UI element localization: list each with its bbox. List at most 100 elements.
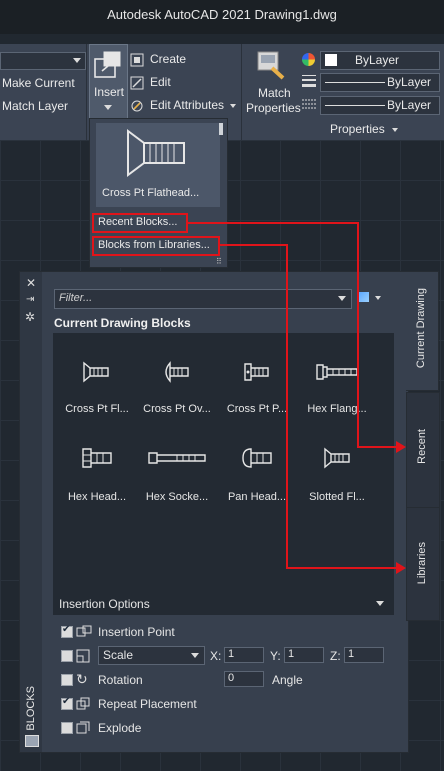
properties-panel-title[interactable]: Properties	[330, 122, 399, 136]
edit-attributes-button[interactable]: Edit Attributes	[130, 98, 238, 114]
insert-dropdown: Cross Pt Flathead... Recent Blocks... Bl…	[89, 118, 228, 268]
y-label: Y:	[270, 649, 281, 663]
x-label: X:	[210, 649, 222, 663]
linetype-value: ByLayer	[387, 98, 432, 112]
x-scale-input[interactable]: 1	[224, 647, 264, 663]
tab-libraries-label: Libraries	[416, 542, 428, 585]
insertion-options-header[interactable]: Insertion Options	[53, 591, 394, 615]
dropdown-scrollbar[interactable]	[219, 123, 223, 135]
tab-libraries[interactable]: Libraries	[406, 507, 440, 621]
match-layer-button[interactable]: Match Layer	[2, 99, 68, 113]
block-hex-head[interactable]: Hex Head...	[57, 435, 137, 515]
chevron-down-icon	[375, 296, 381, 300]
blocks-grid: Cross Pt Fl... Cross Pt Ov... Cross Pt P…	[53, 333, 394, 591]
scale-dropdown[interactable]: Scale	[98, 646, 205, 665]
line-sample	[325, 82, 385, 83]
palette-title-strip	[20, 272, 42, 752]
tab-recent[interactable]: Recent	[406, 392, 440, 508]
hex-socket-icon	[148, 452, 206, 464]
y-scale-input[interactable]: 1	[284, 647, 324, 663]
annotation-line	[286, 244, 288, 569]
make-current-button[interactable]: Make Current	[2, 76, 75, 90]
tab-current-drawing-label: Current Drawing	[415, 288, 427, 369]
match-properties-button[interactable]: Match Properties	[244, 48, 301, 120]
properties-panel-label: Properties	[330, 122, 385, 136]
window-title: Autodesk AutoCAD 2021 Drawing1.dwg	[107, 7, 337, 22]
blocks-from-libraries-menu-item[interactable]: Blocks from Libraries...	[92, 236, 220, 256]
filter-input[interactable]: Filter...	[54, 289, 352, 309]
color-swatch	[325, 54, 337, 66]
block-preview[interactable]: Cross Pt Flathead...	[96, 123, 220, 207]
block-hex-socket[interactable]: Hex Socke...	[137, 435, 217, 515]
color-dropdown[interactable]: ByLayer	[320, 51, 440, 70]
block-label: Hex Head...	[67, 491, 127, 503]
angle-label: Angle	[272, 673, 303, 687]
block-cross-pt-oval[interactable]: Cross Pt Ov...	[137, 347, 217, 427]
settings-icon[interactable]: ✲	[25, 310, 35, 324]
match-label: Match	[258, 86, 291, 100]
scale-value: Scale	[103, 648, 134, 662]
annotation-arrowhead	[396, 441, 406, 453]
match-properties-icon	[257, 51, 285, 80]
z-scale-input[interactable]: 1	[344, 647, 384, 663]
insertion-point-checkbox[interactable]: ✔	[61, 624, 73, 638]
annotation-line	[186, 222, 359, 224]
insertion-point-icon	[76, 625, 92, 637]
repeat-placement-checkbox[interactable]: ✔	[61, 696, 73, 710]
recent-blocks-label: Recent Blocks...	[98, 216, 178, 228]
thumbnail-view-icon	[358, 292, 369, 302]
insert-button[interactable]: Insert	[89, 44, 128, 120]
divider	[86, 44, 87, 140]
annotation-arrowhead	[396, 562, 406, 574]
color-value: ByLayer	[355, 53, 400, 67]
close-icon[interactable]: ✕	[26, 276, 36, 290]
linetype-dropdown[interactable]: ByLayer	[320, 96, 440, 115]
explode-label: Explode	[98, 721, 142, 735]
block-preview-label: Cross Pt Flathead...	[102, 187, 200, 199]
annotation-line	[357, 446, 397, 448]
rotation-checkbox[interactable]	[61, 674, 73, 686]
block-cross-pt-pan[interactable]: Cross Pt P...	[217, 347, 297, 427]
explode-checkbox[interactable]	[61, 722, 73, 734]
annotation-line	[286, 567, 397, 569]
chevron-down-icon	[392, 127, 399, 132]
insert-block-icon	[94, 51, 121, 78]
chevron-down-icon	[73, 58, 81, 63]
chevron-down-icon	[230, 104, 236, 108]
linetype-icon	[302, 99, 316, 109]
block-cross-pt-flathead[interactable]: Cross Pt Fl...	[57, 347, 137, 427]
block-hex-flange[interactable]: Hex Flang...	[297, 347, 377, 427]
section-title: Current Drawing Blocks	[54, 316, 191, 330]
properties-label: Properties	[246, 101, 301, 115]
block-pan-head[interactable]: Pan Head...	[217, 435, 297, 515]
insertion-options-title: Insertion Options	[59, 597, 150, 611]
chevron-down-icon	[191, 653, 199, 658]
edit-block-icon	[130, 76, 144, 90]
edit-attributes-label: Edit Attributes	[150, 98, 225, 112]
repeat-placement-label: Repeat Placement	[98, 697, 197, 711]
chevron-down-icon	[338, 296, 346, 301]
layer-dropdown[interactable]	[0, 52, 86, 70]
palette-title: BLOCKS	[25, 686, 37, 731]
scale-icon	[76, 649, 90, 663]
cross-pt-oval-icon	[165, 361, 189, 383]
block-label: Hex Socke...	[145, 491, 209, 503]
block-label: Cross Pt Ov...	[143, 403, 211, 415]
block-label: Cross Pt P...	[226, 403, 288, 415]
lineweight-dropdown[interactable]: ByLayer	[320, 73, 440, 92]
z-label: Z:	[330, 649, 341, 663]
lineweight-icon	[302, 75, 316, 87]
explode-icon	[76, 721, 90, 734]
recent-blocks-menu-item[interactable]: Recent Blocks...	[92, 213, 188, 233]
tab-current-drawing[interactable]: Current Drawing	[406, 271, 439, 391]
divider	[241, 44, 242, 140]
view-options-button[interactable]	[358, 291, 386, 305]
auto-hide-icon[interactable]: ⇥	[26, 294, 34, 305]
lineweight-value: ByLayer	[387, 75, 432, 89]
resize-grip-icon[interactable]: ⠿	[216, 257, 222, 266]
scale-checkbox[interactable]	[61, 650, 73, 662]
check-icon: ✔	[62, 624, 71, 635]
rotation-angle-input[interactable]: 0	[224, 671, 264, 687]
title-bar: Autodesk AutoCAD 2021 Drawing1.dwg	[0, 0, 444, 34]
repeat-placement-icon	[76, 697, 90, 710]
